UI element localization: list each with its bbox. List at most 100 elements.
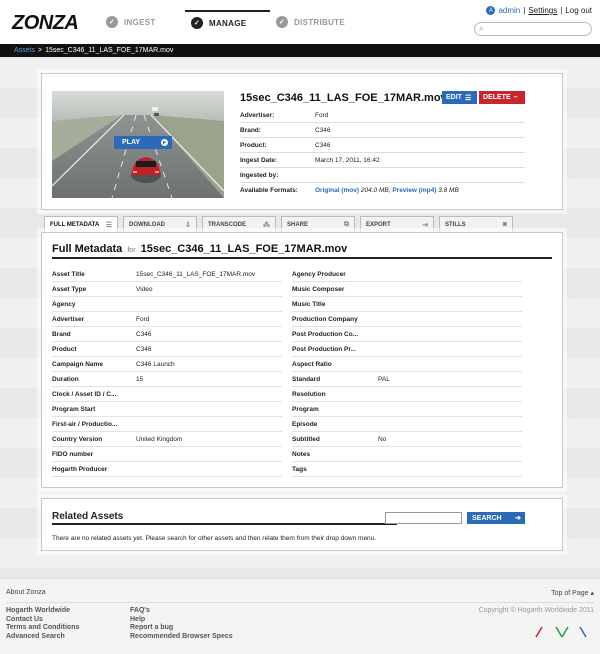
delete-button[interactable]: DELETE – bbox=[479, 91, 525, 104]
field-key: Episode bbox=[292, 420, 318, 428]
metadata-row: Asset Type Video bbox=[52, 282, 282, 297]
field-key: Hogarth Producer bbox=[52, 465, 108, 473]
tab-full-metadata[interactable]: FULL METADATA ☰ bbox=[44, 216, 118, 233]
field-key: Standard bbox=[292, 375, 321, 383]
tab-download[interactable]: DOWNLOAD ⇩ bbox=[123, 216, 197, 232]
related-assets-title: Related Assets bbox=[52, 511, 397, 525]
field-value: Video bbox=[136, 285, 153, 293]
related-search-label: SEARCH bbox=[472, 514, 502, 522]
tab-share[interactable]: SHARE ⧉ bbox=[281, 216, 355, 232]
tab-transcode[interactable]: TRANSCODE ⁂ bbox=[202, 216, 276, 232]
field-key: Music Title bbox=[292, 300, 326, 308]
logout-link[interactable]: Log out bbox=[565, 6, 592, 15]
metadata-row: Aspect Ratio bbox=[292, 357, 522, 372]
nav-ingest[interactable]: ✓ INGEST bbox=[100, 10, 185, 34]
footer-link[interactable]: Help bbox=[130, 616, 233, 625]
footer-link[interactable]: Contact Us bbox=[6, 616, 79, 625]
metadata-row: Post Production Co... bbox=[292, 327, 522, 342]
field-key: Agency bbox=[52, 300, 76, 308]
header: ZONZA ✓ INGEST ✓ MANAGE ✓ DISTRIBUTE A a… bbox=[0, 0, 600, 44]
breadcrumb: Assets > 15sec_C346_11_LAS_FOE_17MAR.mov bbox=[0, 44, 600, 57]
tab-label: SHARE bbox=[287, 221, 309, 228]
tab-label: STILLS bbox=[445, 221, 466, 228]
metadata-row: Resolution bbox=[292, 387, 522, 402]
field-key: Post Production Pr... bbox=[292, 345, 356, 353]
check-icon: ✓ bbox=[106, 16, 118, 28]
field-key: FIDO number bbox=[52, 450, 94, 458]
metadata-row: Episode bbox=[292, 417, 522, 432]
metadata-row: FIDO number bbox=[52, 447, 282, 462]
tab-stills[interactable]: STILLS ◙ bbox=[439, 216, 513, 232]
top-of-page-link[interactable]: Top of Page ▴ bbox=[551, 589, 594, 597]
metadata-row: Notes bbox=[292, 447, 522, 462]
metadata-heading-text: Full Metadata bbox=[52, 243, 123, 255]
check-icon: ✓ bbox=[191, 17, 203, 29]
info-value: C346 bbox=[315, 141, 331, 149]
nav-distribute-label: DISTRIBUTE bbox=[294, 17, 345, 27]
field-value: 15sec_C346_11_LAS_FOE_17MAR.mov bbox=[136, 270, 256, 278]
format-original-link[interactable]: Original (mov) bbox=[315, 187, 359, 194]
tab-export[interactable]: EXPORT ⇥ bbox=[360, 216, 434, 232]
footer: About Zonza Top of Page ▴ Hogarth Worldw… bbox=[0, 578, 600, 654]
footer-link[interactable]: Report a bug bbox=[130, 624, 233, 633]
metadata-row: Hogarth Producer bbox=[52, 462, 282, 477]
info-value: March 17, 2011, 16:42 bbox=[315, 156, 380, 164]
field-key: Brand bbox=[52, 330, 71, 338]
separator: | bbox=[560, 6, 563, 15]
field-key: Tags bbox=[292, 465, 307, 473]
nav-distribute[interactable]: ✓ DISTRIBUTE bbox=[270, 10, 355, 34]
top-of-page-label: Top of Page bbox=[551, 590, 589, 597]
play-arrow-icon: ▸ bbox=[161, 139, 168, 146]
metadata-row: Agency bbox=[52, 297, 282, 312]
format-preview-size: 3.8 MB bbox=[438, 187, 459, 194]
footer-link[interactable]: Terms and Conditions bbox=[6, 624, 79, 633]
nav-ingest-label: INGEST bbox=[124, 17, 156, 27]
user-icon: A bbox=[486, 6, 496, 15]
info-key: Brand: bbox=[240, 126, 261, 134]
metadata-row: Campaign Name C346 Launch bbox=[52, 357, 282, 372]
info-key: Available Formats: bbox=[240, 187, 298, 194]
related-search-input[interactable] bbox=[385, 512, 462, 524]
footer-link[interactable]: Hogarth Worldwide bbox=[6, 607, 79, 616]
arrow-up-icon: ▴ bbox=[590, 590, 594, 597]
format-original-size: 204.0 MB, bbox=[360, 187, 391, 194]
info-row-brand: Brand: C346 bbox=[240, 123, 525, 138]
footer-link[interactable]: FAQ's bbox=[130, 607, 233, 616]
field-key: Aspect Ratio bbox=[292, 360, 332, 368]
delete-label: DELETE bbox=[483, 94, 511, 101]
breadcrumb-assets[interactable]: Assets bbox=[14, 47, 35, 54]
copyright: Copyright © Hogarth Worldwide 2011 bbox=[478, 607, 594, 614]
list-icon: ☰ bbox=[105, 222, 112, 229]
asset-summary-panel: PLAY ▸ 15sec_C346_11_LAS_FOE_17MAR.mov E… bbox=[41, 73, 563, 210]
field-key: Program Start bbox=[52, 405, 96, 413]
about-link[interactable]: About Zonza bbox=[6, 589, 46, 596]
metadata-row: Program Start bbox=[52, 402, 282, 417]
metadata-row: Music Composer bbox=[292, 282, 522, 297]
footer-links-col1: Hogarth Worldwide Contact Us Terms and C… bbox=[6, 607, 79, 641]
edit-button[interactable]: EDIT ☰ bbox=[442, 91, 477, 104]
share-icon: ⧉ bbox=[344, 220, 349, 228]
main-nav: ✓ INGEST ✓ MANAGE ✓ DISTRIBUTE bbox=[100, 10, 355, 34]
footer-link[interactable]: Recommended Browser Specs bbox=[130, 633, 233, 642]
metadata-row: Clock / Asset ID / C... bbox=[52, 387, 282, 402]
nav-manage[interactable]: ✓ MANAGE bbox=[185, 10, 270, 34]
zonza-logo[interactable]: ZONZA bbox=[12, 12, 79, 34]
related-search-button[interactable]: SEARCH ➔ bbox=[467, 512, 525, 524]
metadata-row: Duration 15 bbox=[52, 372, 282, 387]
format-preview-link[interactable]: Preview (mp4) bbox=[392, 187, 436, 194]
metadata-right-column: Agency Producer Music Composer Music Tit… bbox=[292, 267, 522, 477]
asset-tabs: FULL METADATA ☰ DOWNLOAD ⇩ TRANSCODE ⁂ S… bbox=[44, 216, 518, 233]
field-key: Duration bbox=[52, 375, 79, 383]
footer-link[interactable]: Advanced Search bbox=[6, 633, 79, 642]
user-link[interactable]: admin bbox=[498, 6, 520, 15]
video-thumbnail[interactable]: PLAY ▸ bbox=[52, 91, 224, 198]
info-row-ingested-by: Ingested by: bbox=[240, 168, 525, 183]
play-button[interactable]: PLAY ▸ bbox=[114, 136, 172, 149]
field-key: Program bbox=[292, 405, 319, 413]
tab-label: DOWNLOAD bbox=[129, 221, 165, 228]
search-input[interactable]: ⌕ bbox=[474, 22, 592, 36]
metadata-heading-asset: 15sec_C346_11_LAS_FOE_17MAR.mov bbox=[140, 243, 348, 255]
metadata-row: Tags bbox=[292, 462, 522, 477]
tab-label: TRANSCODE bbox=[208, 221, 247, 228]
settings-link[interactable]: Settings bbox=[528, 6, 557, 15]
